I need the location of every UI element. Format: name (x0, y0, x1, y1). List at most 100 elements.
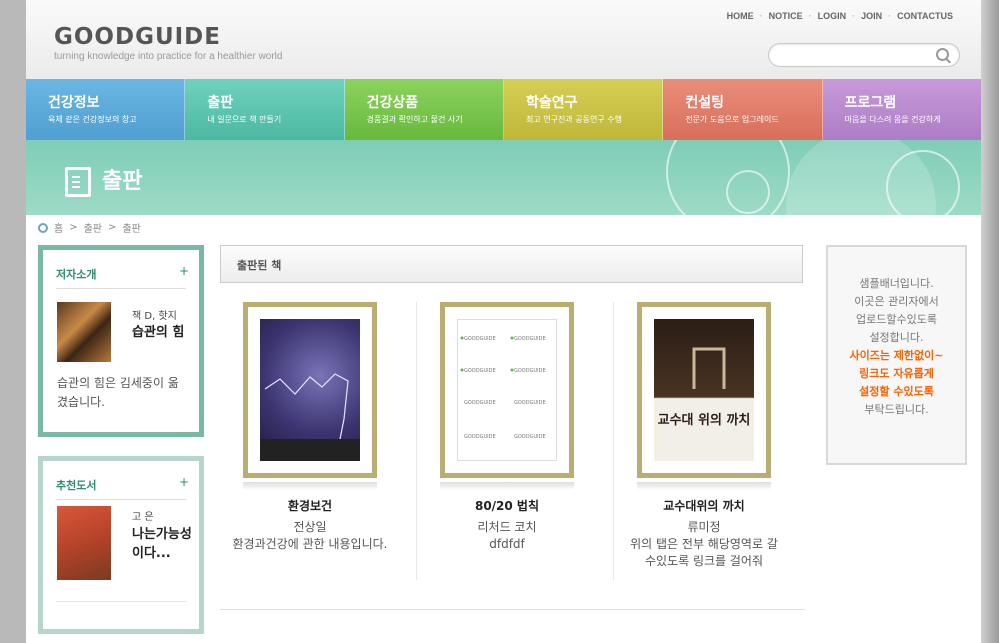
breadcrumb-home[interactable]: 홈 (54, 220, 63, 235)
nav-login-link[interactable]: LOGIN (812, 11, 853, 21)
book-desc: dfdfdf (489, 537, 525, 551)
breadcrumb: 홈 > 출판 > 출판 (38, 220, 141, 235)
search-icon[interactable] (936, 48, 949, 61)
book-author: 류미정 (687, 520, 721, 534)
book-shadow (440, 482, 574, 490)
background-decoration (981, 0, 999, 643)
svg-text:GOODGUIDE: GOODGUIDE (464, 336, 496, 342)
author-box: 저자소개 + 잭 D, 핫지 습관의 힘 습관의 힘은 김세중이 옮겼습니다. (38, 245, 204, 437)
page-frame: GOODGUIDE turning knowledge into practic… (26, 0, 981, 643)
author-box-more-button[interactable]: + (179, 264, 189, 278)
banner-line: 이곳은 관리자에서 (854, 295, 939, 308)
banner-line: 설정합니다. (869, 331, 924, 344)
book-desc: 위의 탭은 전부 해당영역로 갈수있도록 링크를 걸어줘 (630, 537, 778, 568)
main-nav-research[interactable]: 학술연구 최고 연구진과 공동연구 수행 (503, 79, 664, 140)
book-card: 교수대 위의 까치 교수대위의 까치 류미정 위의 탭은 전부 해당영역로 갈수… (614, 302, 794, 570)
search-box (768, 43, 960, 67)
book-cover-image: GOODGUIDE GOODGUIDE GOODGUIDE GOODGUIDE GO… (457, 319, 557, 461)
book-shadow (637, 482, 771, 490)
section-title: 출판 (102, 169, 143, 194)
main-nav-title: 건강상품 (366, 95, 419, 111)
book-cover-image: 교수대 위의 까치 (654, 319, 754, 461)
recommend-box-heading: 추천도서 (56, 479, 97, 492)
author-box-heading: 저자소개 (56, 268, 97, 281)
main-nav: 건강정보 육체 같은 건강정보의 창고 출판 내 일문으로 책 만들기 건강상품… (26, 79, 981, 140)
site-logo[interactable]: GOODGUIDE (54, 24, 221, 50)
top-nav: HOME · NOTICE · LOGIN · JOIN · CONTACTUS (721, 11, 959, 21)
decor-swirl (666, 140, 790, 215)
banner-highlight: 설정할 수있도록 (859, 385, 934, 398)
breadcrumb-separator: > (108, 222, 117, 233)
recommend-book-title[interactable]: 나는가능성이다... (132, 525, 202, 563)
book-cover[interactable]: GOODGUIDE GOODGUIDE GOODGUIDE GOODGUIDE GO… (440, 302, 574, 478)
recommend-book-thumbnail[interactable] (57, 506, 111, 580)
decor-swirl (726, 170, 770, 214)
site-tagline: turning knowledge into practice for a he… (54, 51, 283, 62)
nav-home-link[interactable]: HOME (721, 11, 760, 21)
author-book-desc: 습관의 힘은 김세중이 옮겼습니다. (57, 376, 179, 409)
svg-text:GOODGUIDE: GOODGUIDE (514, 434, 546, 440)
svg-text:GOODGUIDE: GOODGUIDE (514, 368, 546, 374)
book-card: GOODGUIDE GOODGUIDE GOODGUIDE GOODGUIDE GO… (417, 302, 597, 553)
main-nav-subtitle: 경품결과 확인하고 물건 사기 (366, 115, 463, 124)
main-nav-subtitle: 최고 연구진과 공동연구 수행 (525, 115, 622, 124)
book-author: 리처드 코치 (477, 520, 537, 534)
main-nav-program[interactable]: 프로그램 마음을 다스려 몸을 건강하게 (822, 79, 981, 140)
decor-swirl (886, 150, 960, 215)
logo-grid-illustration: GOODGUIDE GOODGUIDE GOODGUIDE GOODGUIDE GO… (460, 336, 546, 440)
svg-text:GOODGUIDE: GOODGUIDE (464, 400, 496, 406)
section-bottom-divider (220, 609, 805, 610)
main-nav-subtitle: 내 일문으로 책 만들기 (207, 115, 282, 124)
svg-text:GOODGUIDE: GOODGUIDE (464, 434, 496, 440)
books-section-header: 출판된 책 (220, 245, 803, 283)
book-author: 전상일 (293, 520, 327, 534)
recommend-box: 추천도서 + 고 은 나는가능성이다... (38, 456, 204, 634)
main-nav-subtitle: 육체 같은 건강정보의 창고 (48, 115, 137, 124)
book-card: 환경보건 전상일 환경과건강에 관한 내용입니다. (220, 302, 400, 553)
svg-text:GOODGUIDE: GOODGUIDE (464, 368, 496, 374)
banner-line: 업로드할수있도록 (856, 313, 937, 326)
breadcrumb-home-icon (38, 222, 48, 233)
nav-notice-link[interactable]: NOTICE (763, 11, 809, 21)
breadcrumb-level1[interactable]: 출판 (84, 220, 102, 235)
book-cover[interactable] (243, 302, 377, 478)
cover-title-text: 교수대 위의 까치 (658, 412, 751, 428)
search-input[interactable] (779, 47, 933, 63)
book-cover-image (260, 319, 360, 461)
recommend-box-more-button[interactable]: + (179, 475, 189, 489)
main-nav-title: 프로그램 (844, 95, 897, 111)
main-nav-title: 건강정보 (48, 95, 100, 111)
main-nav-subtitle: 마음을 다스려 몸을 건강하게 (844, 115, 941, 124)
nav-contact-link[interactable]: CONTACTUS (891, 11, 959, 21)
main-nav-health-info[interactable]: 건강정보 육체 같은 건강정보의 창고 (26, 79, 186, 140)
nav-join-link[interactable]: JOIN (855, 11, 888, 21)
svg-text:GOODGUIDE: GOODGUIDE (514, 400, 546, 406)
gallows-illustration: 교수대 위의 까치 (658, 347, 751, 428)
header: GOODGUIDE turning knowledge into practic… (26, 0, 981, 79)
banner-line: 부탁드립니다. (864, 403, 929, 416)
main-nav-health-products[interactable]: 건강상품 경품결과 확인하고 물건 사기 (344, 79, 504, 140)
sample-banner[interactable]: 샘플배너입니다. 이곳은 관리자에서 업로드할수있도록 설정합니다. 사이즈는 … (826, 245, 967, 465)
document-icon (65, 167, 91, 197)
book-title[interactable]: 교수대위의 까치 (614, 497, 794, 514)
section-banner: 출판 (26, 140, 981, 215)
svg-text:GOODGUIDE: GOODGUIDE (514, 336, 546, 342)
author-book-title[interactable]: 습관의 힘 (132, 323, 192, 342)
banner-highlight: 사이즈는 제한없이~ (849, 349, 944, 362)
banner-highlight: 링크도 자유롭게 (859, 367, 934, 380)
main-nav-title: 학술연구 (525, 95, 578, 111)
book-cover[interactable]: 교수대 위의 까치 (637, 302, 771, 478)
main-nav-subtitle: 전문가 도움으로 업그레이드 (685, 115, 779, 124)
main-nav-consulting[interactable]: 컨설팅 전문가 도움으로 업그레이드 (663, 79, 823, 140)
banner-line: 샘플배너입니다. (859, 277, 934, 290)
main-nav-publishing[interactable]: 출판 내 일문으로 책 만들기 (185, 79, 345, 140)
divider (56, 499, 186, 500)
book-title[interactable]: 80/20 법칙 (417, 497, 597, 514)
books-section-heading: 출판된 책 (237, 259, 282, 272)
author-book-thumbnail[interactable] (57, 302, 111, 362)
lightning-illustration (260, 373, 360, 461)
divider (56, 601, 186, 602)
breadcrumb-current: 출판 (122, 224, 141, 235)
book-desc: 환경과건강에 관한 내용입니다. (232, 537, 388, 551)
book-title[interactable]: 환경보건 (220, 497, 400, 514)
